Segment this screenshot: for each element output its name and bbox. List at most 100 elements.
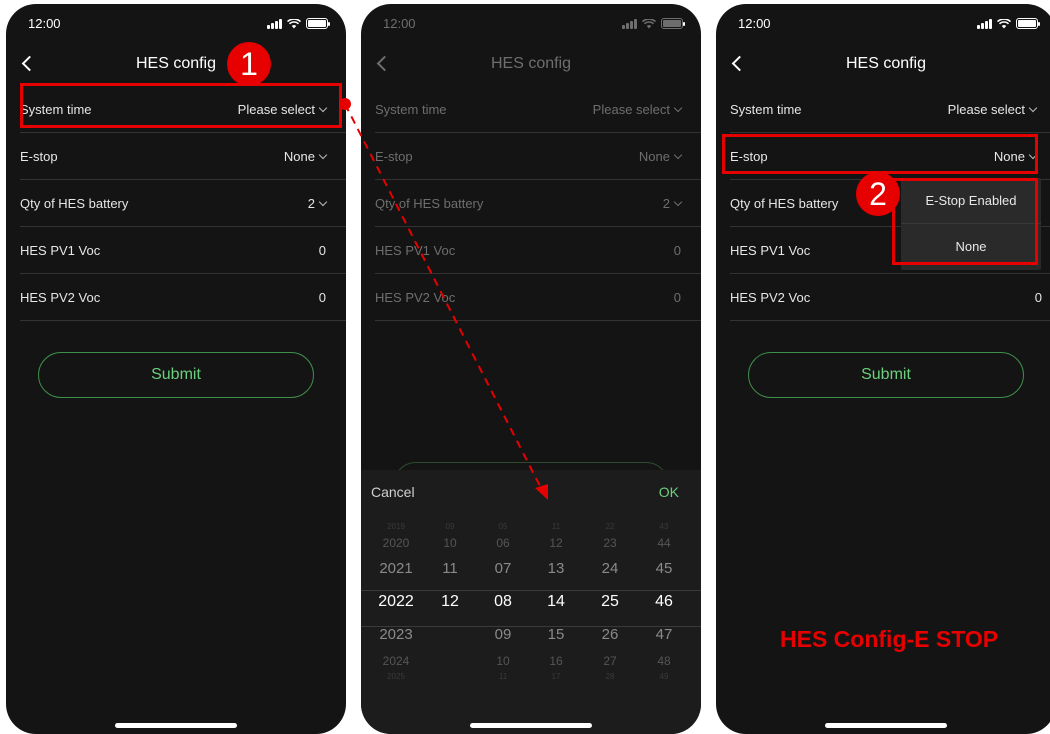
- picker-column[interactable]: 22 23 24 25 26 27 28: [585, 522, 635, 682]
- page-title: HES config: [135, 55, 217, 72]
- row-pv1-voc[interactable]: HES PV1 Voc 0: [20, 227, 346, 274]
- navbar: HES config: [6, 44, 346, 82]
- highlight-e-stop: [722, 134, 1038, 174]
- navbar: HES config: [716, 44, 1050, 82]
- pv1-voc-input[interactable]: 0: [319, 243, 326, 258]
- row-system-time[interactable]: System time Please select: [730, 86, 1050, 133]
- wifi-icon: [997, 18, 1011, 28]
- field-label: HES PV1 Voc: [375, 243, 456, 258]
- picker-value: 24: [601, 560, 619, 577]
- picker-value: 48: [657, 654, 671, 668]
- pv2-voc-input[interactable]: 0: [319, 290, 326, 305]
- row-system-time[interactable]: System time Please select: [375, 86, 701, 133]
- row-pv2-voc[interactable]: HES PV2 Voc 0: [20, 274, 346, 321]
- status-bar: 12:00: [383, 15, 685, 33]
- submit-button[interactable]: Submit: [38, 352, 314, 398]
- home-indicator: [470, 723, 592, 728]
- picker-ok-button[interactable]: OK: [659, 484, 679, 500]
- picker-value: 07: [494, 560, 512, 577]
- picker-value: 08: [494, 593, 512, 610]
- pv1-voc-input[interactable]: 0: [674, 243, 681, 258]
- row-pv1-voc[interactable]: HES PV1 Voc 0: [375, 227, 701, 274]
- picker-value: 44: [657, 536, 671, 550]
- row-battery-qty[interactable]: Qty of HES battery 2: [375, 180, 701, 227]
- picker-value: 2021: [379, 560, 413, 577]
- chevron-down-icon: [673, 103, 683, 112]
- row-battery-qty[interactable]: Qty of HES battery 2: [20, 180, 346, 227]
- pv2-voc-input[interactable]: 0: [674, 290, 681, 305]
- field-label: Qty of HES battery: [730, 196, 839, 211]
- home-indicator: [825, 723, 947, 728]
- field-label: HES PV2 Voc: [375, 290, 456, 305]
- chevron-down-icon: [318, 197, 328, 206]
- picker-column[interactable]: 09 10 11 12: [425, 522, 475, 682]
- picker-value: 11: [442, 560, 458, 577]
- picker-value: 09: [494, 626, 512, 643]
- battery-icon: [661, 18, 685, 29]
- battery-icon: [1016, 18, 1040, 29]
- e-stop-select[interactable]: None: [639, 149, 683, 164]
- submit-button[interactable]: Submit: [748, 352, 1024, 398]
- field-label: Qty of HES battery: [20, 196, 129, 211]
- config-list: System time Please select E-stop None Qt…: [375, 86, 701, 321]
- navbar: HES config: [361, 44, 701, 82]
- picker-value: [425, 672, 475, 682]
- picker-value: 05: [498, 522, 508, 531]
- field-label: HES PV1 Voc: [20, 243, 101, 258]
- picker-value: 47: [655, 626, 673, 643]
- row-e-stop[interactable]: E-stop None: [375, 133, 701, 180]
- row-pv2-voc[interactable]: HES PV2 Voc 0: [730, 274, 1050, 321]
- picker-value: 09: [445, 522, 455, 531]
- field-label: HES PV2 Voc: [20, 290, 101, 305]
- row-e-stop[interactable]: E-stop None: [20, 133, 346, 180]
- picker-column[interactable]: 11 12 13 14 15 16 17: [531, 522, 581, 682]
- picker-wheel[interactable]: 2019 2020 2021 2022 2023 2024 2025 09 10 11 12 05 06…: [361, 522, 701, 692]
- home-indicator: [115, 723, 237, 728]
- status-time: 12:00: [383, 16, 416, 31]
- wifi-icon: [642, 18, 656, 28]
- field-label: System time: [730, 102, 802, 117]
- picker-value: 23: [603, 536, 617, 550]
- field-label: E-stop: [375, 149, 413, 164]
- picker-value: 13: [547, 560, 565, 577]
- row-pv2-voc[interactable]: HES PV2 Voc 0: [375, 274, 701, 321]
- picker-value: [425, 650, 475, 672]
- picker-value: 2019: [387, 522, 405, 531]
- picker-value: 12: [549, 536, 563, 550]
- picker-value: 25: [601, 593, 619, 610]
- battery-qty-select[interactable]: 2: [663, 196, 683, 211]
- picker-value: 2020: [382, 536, 410, 550]
- picker-value: 11: [498, 672, 508, 681]
- chevron-down-icon: [673, 150, 683, 159]
- picker-value: 15: [547, 626, 565, 643]
- page-title: HES config: [490, 55, 572, 72]
- picker-toolbar: Cancel OK: [361, 470, 701, 514]
- wifi-icon: [287, 18, 301, 28]
- picker-column[interactable]: 05 06 07 08 09 10 11: [478, 522, 528, 682]
- e-stop-select[interactable]: None: [284, 149, 328, 164]
- signal-icon: [622, 18, 637, 29]
- step-1-badge: 1: [227, 42, 271, 86]
- signal-icon: [977, 18, 992, 29]
- picker-column[interactable]: 43 44 45 46 47 48 49: [639, 522, 689, 682]
- datetime-picker: Cancel OK 2019 2020 2021 2022 2023 2024 2025 09…: [361, 470, 701, 734]
- picker-cancel-button[interactable]: Cancel: [371, 484, 415, 500]
- battery-qty-select[interactable]: 2: [308, 196, 328, 211]
- picker-value: 12: [441, 593, 459, 610]
- picker-value: 11: [551, 522, 561, 531]
- picker-value: 10: [496, 654, 510, 668]
- picker-value: 43: [659, 522, 669, 531]
- picker-value: 27: [603, 654, 617, 668]
- system-time-select[interactable]: Please select: [593, 102, 683, 117]
- status-bar: 12:00: [28, 15, 330, 33]
- field-label: System time: [375, 102, 447, 117]
- highlight-e-stop-options: [892, 178, 1038, 265]
- picker-value: 10: [443, 536, 457, 550]
- field-label: E-stop: [20, 149, 58, 164]
- picker-column[interactable]: 2019 2020 2021 2022 2023 2024 2025: [371, 522, 421, 682]
- status-time: 12:00: [28, 16, 61, 31]
- system-time-select[interactable]: Please select: [948, 102, 1038, 117]
- chevron-down-icon: [1028, 103, 1038, 112]
- chevron-down-icon: [673, 197, 683, 206]
- pv2-voc-input[interactable]: 0: [1035, 290, 1042, 305]
